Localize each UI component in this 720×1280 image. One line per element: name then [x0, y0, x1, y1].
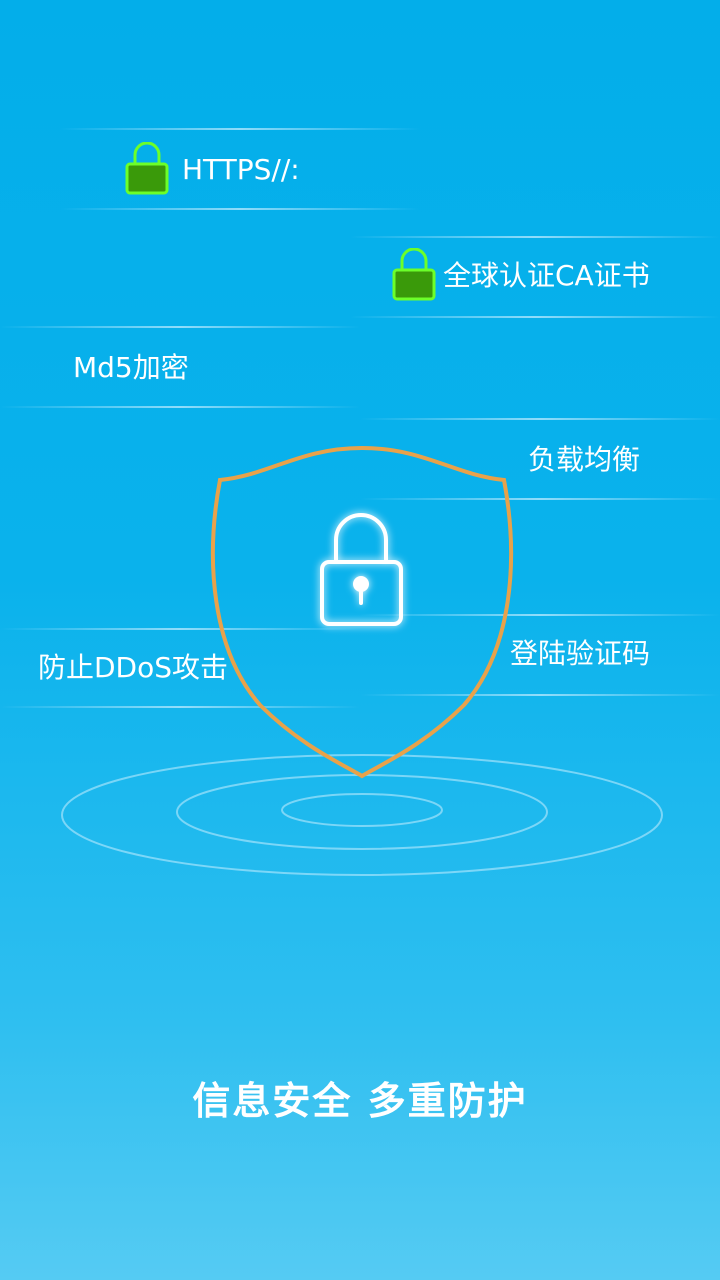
ripple-ring-middle — [176, 774, 548, 850]
padlock-icon — [392, 248, 436, 301]
feature-ddos-protection: 防止DDoS攻击 — [38, 651, 229, 684]
feature-load-balancing: 负载均衡 — [528, 443, 641, 476]
padlock-icon — [320, 513, 403, 626]
shield-icon — [210, 445, 514, 779]
feature-ca-certificate: 全球认证CA证书 — [443, 259, 650, 292]
ripple-ring-outer — [61, 754, 663, 876]
feature-login-captcha: 登陆验证码 — [510, 637, 651, 670]
feature-md5-encryption: Md5加密 — [73, 351, 189, 384]
ripple-ring-inner — [281, 793, 443, 827]
ripple-rings — [61, 754, 663, 876]
padlock-icon — [125, 142, 169, 195]
slogan: 信息安全 多重防护 — [192, 1079, 528, 1123]
feature-https: HTTPS//: — [182, 153, 300, 186]
